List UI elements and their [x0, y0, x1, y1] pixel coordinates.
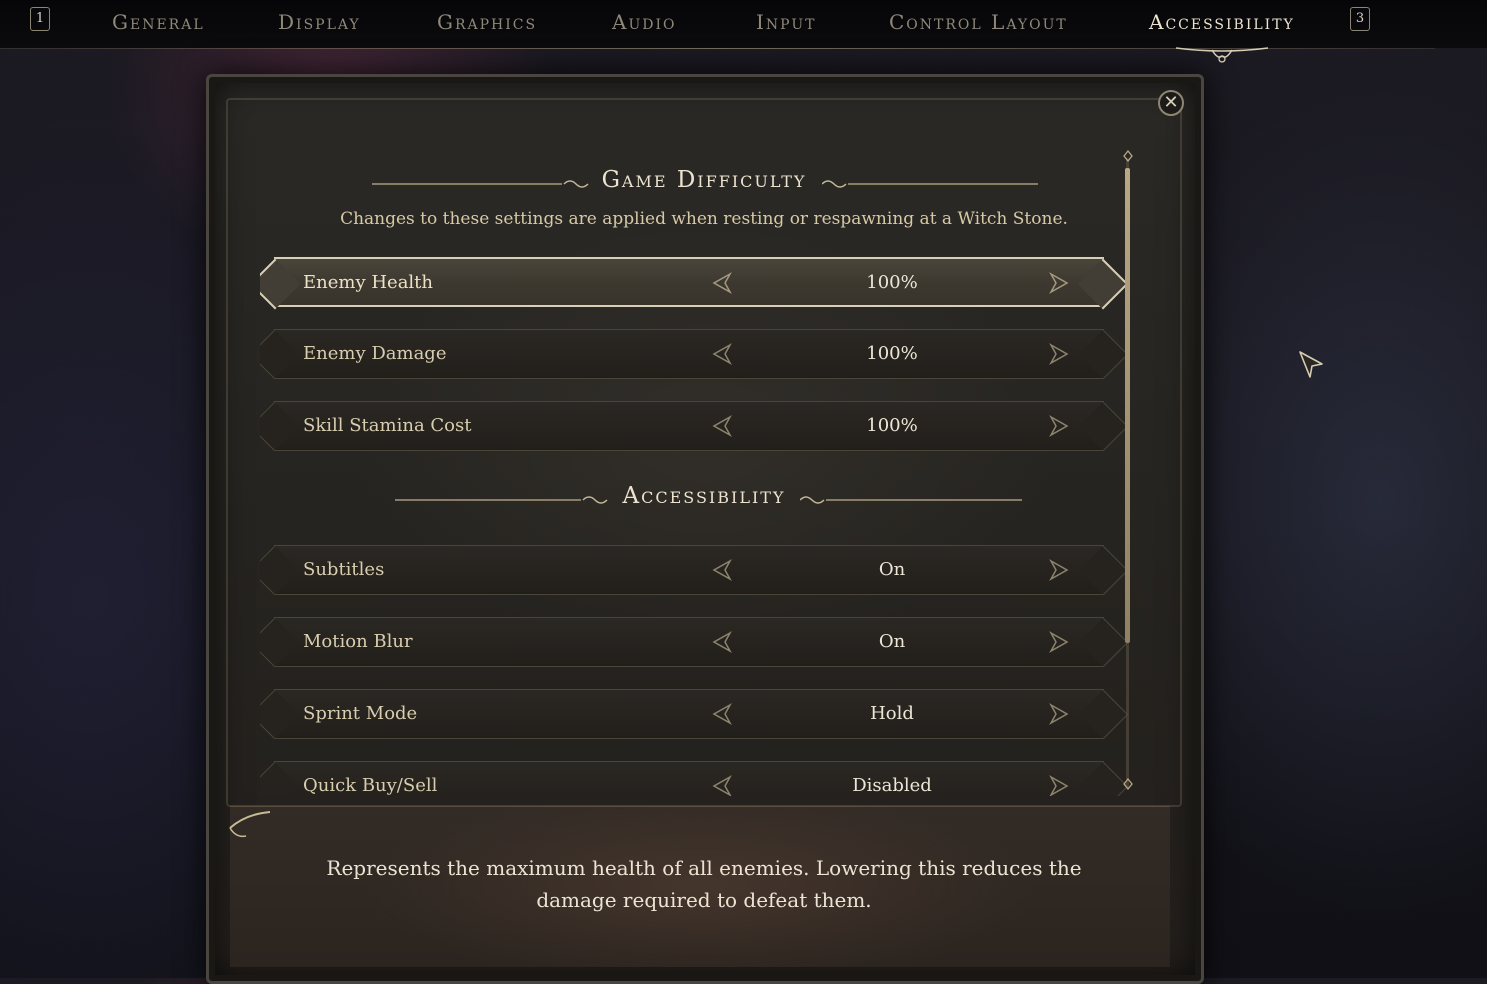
section-divider-right [822, 180, 1038, 188]
setting-value: 100% [866, 415, 918, 436]
tab-control-layout[interactable]: Control Layout [889, 10, 1068, 36]
setting-label: Sprint Mode [303, 703, 418, 724]
close-icon[interactable]: ✕ [1158, 90, 1184, 116]
setting-row-motion-blur[interactable]: Motion Blur On [274, 617, 1104, 667]
swirl-ornament-icon [229, 811, 271, 838]
setting-value: On [878, 559, 906, 580]
setting-row-quick-buy-sell[interactable]: Quick Buy/Sell Disabled [274, 761, 1104, 796]
setting-value: Disabled [852, 775, 932, 796]
arrow-right-icon[interactable] [1047, 342, 1071, 366]
arrow-left-icon[interactable] [710, 271, 734, 295]
setting-value: 100% [866, 272, 918, 293]
setting-label: Motion Blur [303, 631, 413, 652]
setting-value: 100% [866, 343, 918, 364]
arrow-right-icon[interactable] [1047, 774, 1071, 796]
setting-label: Enemy Damage [303, 343, 447, 364]
setting-label: Skill Stamina Cost [303, 415, 472, 436]
arrow-right-icon[interactable] [1047, 271, 1071, 295]
arrow-right-icon[interactable] [1047, 702, 1071, 726]
mouse-cursor-icon [1299, 351, 1323, 378]
prev-tab-key-hint[interactable]: 1 [30, 7, 50, 31]
arrow-left-icon[interactable] [710, 702, 734, 726]
setting-row-skill-stamina-cost[interactable]: Skill Stamina Cost 100% [274, 401, 1104, 451]
arrow-right-icon[interactable] [1047, 630, 1071, 654]
setting-row-enemy-damage[interactable]: Enemy Damage 100% [274, 329, 1104, 379]
scroll-down-icon[interactable] [1123, 778, 1133, 790]
arrow-left-icon[interactable] [710, 414, 734, 438]
next-tab-key-hint[interactable]: 3 [1350, 7, 1370, 31]
arrow-left-icon[interactable] [710, 342, 734, 366]
arrow-left-icon[interactable] [710, 774, 734, 796]
arrow-left-icon[interactable] [710, 630, 734, 654]
tab-general[interactable]: General [112, 10, 205, 36]
tab-accessibility[interactable]: Accessibility [1149, 10, 1295, 36]
setting-label: Subtitles [303, 559, 385, 580]
active-tab-ornament-icon [1175, 47, 1269, 63]
scrollbar-thumb[interactable] [1125, 168, 1130, 643]
tab-graphics[interactable]: Graphics [437, 10, 537, 36]
setting-label: Quick Buy/Sell [303, 775, 438, 796]
setting-label: Enemy Health [303, 272, 434, 293]
setting-row-enemy-health[interactable]: Enemy Health 100% [274, 257, 1104, 307]
settings-tab-bar: 1 General Display Graphics Audio Input C… [0, 0, 1487, 48]
arrow-right-icon[interactable] [1047, 414, 1071, 438]
settings-list: Enemy Health 100% Enemy Damage 100% Skil… [260, 240, 1130, 796]
tab-display[interactable]: Display [278, 10, 361, 36]
scroll-up-icon[interactable] [1123, 150, 1133, 162]
setting-description: Represents the maximum health of all ene… [326, 856, 1082, 912]
difficulty-note: Changes to these settings are applied wh… [340, 209, 1068, 229]
setting-value: On [878, 631, 906, 652]
setting-row-sprint-mode[interactable]: Sprint Mode Hold [274, 689, 1104, 739]
setting-value: Hold [870, 703, 914, 724]
tab-audio[interactable]: Audio [612, 10, 676, 36]
setting-row-subtitles[interactable]: Subtitles On [274, 545, 1104, 595]
tab-input[interactable]: Input [756, 10, 816, 36]
arrow-left-icon[interactable] [710, 558, 734, 582]
arrow-right-icon[interactable] [1047, 558, 1071, 582]
section-title-game-difficulty: Game Difficulty [601, 167, 807, 193]
